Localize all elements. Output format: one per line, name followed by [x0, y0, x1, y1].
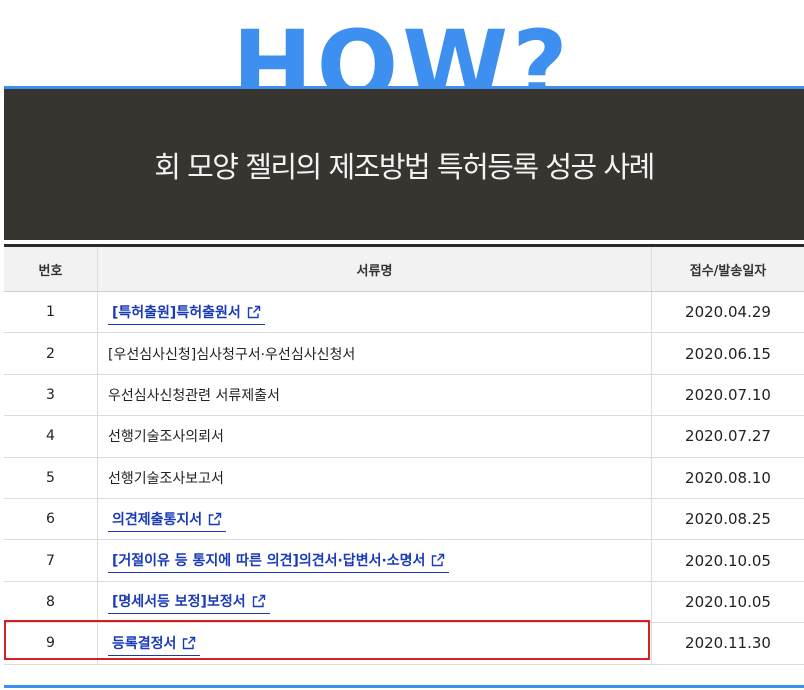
row-number: 4 — [4, 415, 98, 458]
table-row: 1 [특허출원]특허출원서 2020.04.29 — [4, 291, 804, 334]
external-link-icon — [182, 636, 196, 654]
document-name: 선행기술조사보고서 — [108, 470, 224, 487]
document-link-label: [거절이유 등 통지에 따른 의견]의견서·답변서·소명서 — [112, 553, 426, 570]
row-date-cell: 2020.08.25 — [651, 498, 804, 541]
document-link[interactable]: [특허출원]특허출원서 — [108, 304, 265, 325]
header-document-name: 서류명 — [97, 244, 652, 292]
external-link-icon — [252, 594, 266, 612]
row-date-cell: 2020.06.15 — [651, 332, 804, 375]
row-number: 7 — [4, 539, 98, 582]
row-date: 2020.04.29 — [685, 303, 771, 322]
row-number: 3 — [4, 374, 98, 417]
row-date: 2020.08.10 — [685, 468, 771, 487]
row-date: 2020.07.27 — [685, 427, 771, 446]
row-date: 2020.06.15 — [685, 344, 771, 363]
table-row: 3 우선심사신청관련 서류제출서 2020.07.10 — [4, 374, 804, 417]
table-body: 1 [특허출원]특허출원서 2020.04.29 2 [우선심사신청]심사청구서·우선심… — [4, 291, 804, 665]
document-table-container: 번호 서류명 접수/발송일자 1 [특허출원]특허출원서 2020.04.29 2 [우… — [4, 244, 804, 665]
row-number: 8 — [4, 581, 98, 624]
table-row: 2 [우선심사신청]심사청구서·우선심사신청서 2020.06.15 — [4, 332, 804, 375]
banner-title: 회 모양 젤리의 제조방법 특허등록 성공 사례 — [154, 149, 655, 184]
document-link[interactable]: [거절이유 등 통지에 따른 의견]의견서·답변서·소명서 — [108, 553, 450, 574]
document-link[interactable]: 의견제출통지서 — [108, 511, 227, 532]
header-date: 접수/발송일자 — [651, 244, 804, 292]
row-number: 5 — [4, 457, 98, 499]
row-document-cell: [거절이유 등 통지에 따른 의견]의견서·답변서·소명서 — [97, 539, 652, 582]
row-date: 2020.07.10 — [685, 385, 771, 404]
document-link-label: 의견제출통지서 — [112, 511, 203, 528]
table-header-row: 번호 서류명 접수/발송일자 — [4, 244, 804, 292]
row-document-cell: [우선심사신청]심사청구서·우선심사신청서 — [97, 332, 652, 375]
table-row: 5 선행기술조사보고서 2020.08.10 — [4, 457, 804, 499]
title-banner: 회 모양 젤리의 제조방법 특허등록 성공 사례 — [4, 89, 804, 240]
document-link[interactable]: 등록결정서 — [108, 635, 201, 656]
table-row: 7 [거절이유 등 통지에 따른 의견]의견서·답변서·소명서 2020.10.05 — [4, 539, 804, 582]
row-document-cell: 선행기술조사의뢰서 — [97, 415, 652, 458]
document-link-label: [특허출원]특허출원서 — [112, 304, 241, 321]
table-row: 8 [명세서등 보정]보정서 2020.10.05 — [4, 581, 804, 624]
row-date: 2020.10.05 — [685, 592, 771, 611]
table-row: 4 선행기술조사의뢰서 2020.07.27 — [4, 415, 804, 458]
row-document-cell: [특허출원]특허출원서 — [97, 291, 652, 334]
document-name: [우선심사신청]심사청구서·우선심사신청서 — [108, 346, 356, 363]
row-document-cell: 선행기술조사보고서 — [97, 457, 652, 499]
row-date: 2020.10.05 — [685, 551, 771, 570]
row-date-cell: 2020.07.10 — [651, 374, 804, 417]
row-date-cell: 2020.08.10 — [651, 457, 804, 499]
document-link-label: [명세서등 보정]보정서 — [112, 594, 246, 611]
table-row: 6 의견제출통지서 2020.08.25 — [4, 498, 804, 541]
row-date-cell: 2020.10.05 — [651, 581, 804, 624]
bottom-accent-line — [4, 685, 804, 688]
row-document-cell: 의견제출통지서 — [97, 498, 652, 541]
document-name: 우선심사신청관련 서류제출서 — [108, 387, 280, 404]
how-heading: HOW? — [232, 10, 572, 88]
row-date-cell: 2020.07.27 — [651, 415, 804, 458]
row-number: 6 — [4, 498, 98, 541]
row-date: 2020.08.25 — [685, 510, 771, 529]
row-date-cell: 2020.10.05 — [651, 539, 804, 582]
row-document-cell: [명세서등 보정]보정서 — [97, 581, 652, 624]
document-name: 선행기술조사의뢰서 — [108, 429, 224, 446]
document-link[interactable]: [명세서등 보정]보정서 — [108, 594, 270, 615]
row-date-cell: 2020.11.30 — [651, 622, 804, 665]
row-document-cell: 등록결정서 — [97, 622, 652, 665]
row-date: 2020.11.30 — [685, 634, 771, 653]
header-number: 번호 — [4, 244, 98, 292]
row-document-cell: 우선심사신청관련 서류제출서 — [97, 374, 652, 417]
document-table: 번호 서류명 접수/발송일자 1 [특허출원]특허출원서 2020.04.29 2 [우… — [4, 244, 804, 665]
external-link-icon — [247, 305, 261, 323]
row-number: 2 — [4, 332, 98, 375]
document-link-label: 등록결정서 — [112, 635, 177, 652]
row-number: 9 — [4, 622, 98, 665]
row-number: 1 — [4, 291, 98, 334]
row-date-cell: 2020.04.29 — [651, 291, 804, 334]
table-row: 9 등록결정서 2020.11.30 — [4, 622, 804, 665]
external-link-icon — [208, 512, 222, 530]
external-link-icon — [431, 553, 445, 571]
